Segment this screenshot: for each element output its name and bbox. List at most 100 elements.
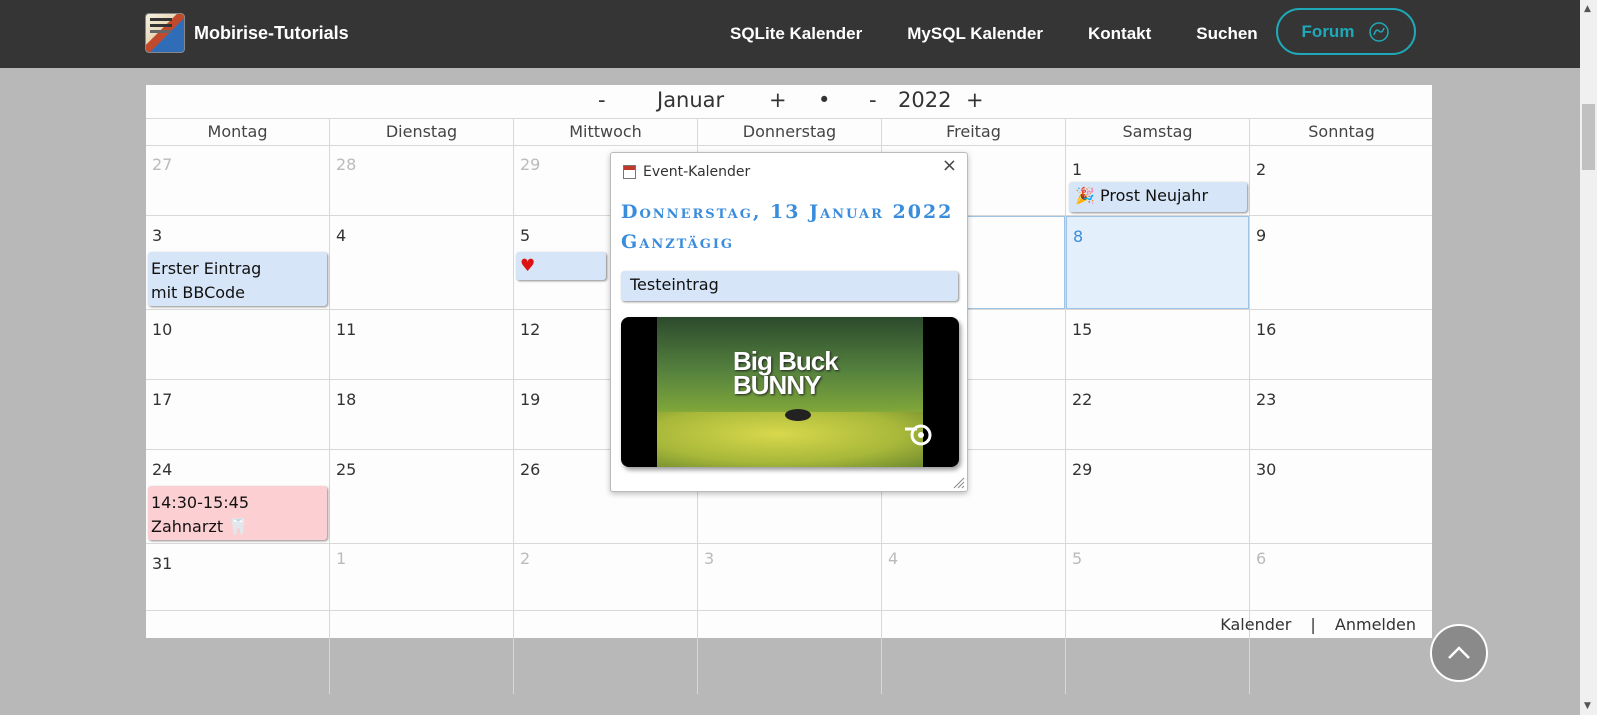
top-navbar: Mobirise-Tutorials SQLite Kalender MySQL… xyxy=(0,0,1597,68)
month-prev-button[interactable]: - xyxy=(598,88,606,112)
day-cell[interactable]: 29 xyxy=(1066,450,1249,543)
day-number: 3 xyxy=(704,549,715,568)
event-label: Prost Neujahr xyxy=(1100,186,1209,205)
day-cell[interactable]: 1 xyxy=(330,544,513,610)
event-heart[interactable]: ♥ xyxy=(516,252,606,280)
day-cell[interactable]: 10 xyxy=(146,310,329,379)
calendar-header: - Januar + • - 2022 + xyxy=(146,85,1432,118)
day-number: 11 xyxy=(336,320,357,339)
nav-link-kontakt[interactable]: Kontakt xyxy=(1088,24,1151,44)
day-number: 28 xyxy=(336,155,357,174)
day-number: 8 xyxy=(1073,227,1084,246)
page-scrollbar[interactable]: ▲ ▼ xyxy=(1580,0,1597,715)
event-date: Donnerstag, 13 Januar 2022 xyxy=(621,201,954,223)
day-cell[interactable]: 11 xyxy=(330,310,513,379)
tooth-icon: 🦷 xyxy=(228,517,249,536)
day-cell[interactable]: 25 xyxy=(330,450,513,543)
day-number: 1 xyxy=(336,549,347,568)
event-date-heading: Donnerstag, 13 Januar 2022 Ganztägig xyxy=(621,197,961,257)
header-separator: • xyxy=(818,88,831,112)
day-cell[interactable]: 17 xyxy=(146,380,329,449)
day-cell[interactable]: 23 xyxy=(1250,380,1432,449)
day-cell[interactable]: 6 xyxy=(1250,544,1432,610)
video-player[interactable]: Big Buck BUNNY xyxy=(621,317,959,467)
brand-logo-icon[interactable] xyxy=(145,13,185,53)
weekday-samstag: Samstag xyxy=(1122,122,1193,141)
nav-link-sqlite-kalender[interactable]: SQLite Kalender xyxy=(730,24,862,44)
day-number: 22 xyxy=(1072,390,1093,409)
forum-button[interactable]: Forum xyxy=(1276,8,1416,55)
day-number: 30 xyxy=(1256,460,1277,479)
day-number: 12 xyxy=(520,320,541,339)
day-cell[interactable]: 18 xyxy=(330,380,513,449)
day-cell-today[interactable]: 8 xyxy=(1066,216,1249,309)
brand[interactable]: Mobirise-Tutorials xyxy=(145,13,349,53)
day-number: 5 xyxy=(520,226,531,245)
day-cell[interactable]: 28 xyxy=(330,145,513,215)
year-prev-button[interactable]: - xyxy=(869,88,877,112)
weekday-dienstag: Dienstag xyxy=(385,122,458,141)
day-number: 4 xyxy=(336,226,347,245)
day-number: 3 xyxy=(152,226,163,245)
day-number: 4 xyxy=(888,549,899,568)
nav-links: SQLite Kalender MySQL Kalender Kontakt S… xyxy=(730,0,1303,68)
scroll-to-top-button[interactable] xyxy=(1430,624,1488,682)
close-icon[interactable]: × xyxy=(942,155,957,176)
day-number: 24 xyxy=(152,460,173,479)
chevron-up-icon xyxy=(1448,646,1470,659)
day-cell[interactable]: 15 xyxy=(1066,310,1249,379)
day-cell[interactable]: 2 xyxy=(1250,145,1432,215)
scroll-up-arrow-icon[interactable]: ▲ xyxy=(1584,4,1591,14)
resize-grip-icon[interactable] xyxy=(953,477,965,489)
day-number: 6 xyxy=(1256,549,1267,568)
day-cell[interactable]: 27 xyxy=(146,145,329,215)
nav-link-suchen[interactable]: Suchen xyxy=(1196,24,1257,44)
day-cell[interactable]: 16 xyxy=(1250,310,1432,379)
day-cell[interactable]: 4 xyxy=(882,544,1065,610)
heart-icon: ♥ xyxy=(520,256,536,276)
day-number: 29 xyxy=(520,155,541,174)
day-number: 9 xyxy=(1256,226,1267,245)
event-entry[interactable]: Testeintrag xyxy=(621,271,958,301)
day-cell[interactable]: 2 xyxy=(514,544,697,610)
kalender-link[interactable]: Kalender xyxy=(1220,615,1291,634)
forum-label: Forum xyxy=(1301,21,1355,41)
day-number: 31 xyxy=(152,554,173,573)
scrollbar-thumb[interactable] xyxy=(1582,104,1595,170)
year-next-button[interactable]: + xyxy=(966,88,984,112)
nav-link-mysql-kalender[interactable]: MySQL Kalender xyxy=(907,24,1043,44)
video-title: Big Buck BUNNY xyxy=(733,346,839,400)
calendar-icon xyxy=(623,165,636,179)
event-allday: Ganztägig xyxy=(621,231,735,253)
day-cell[interactable]: 4 xyxy=(330,216,513,309)
day-number: 16 xyxy=(1256,320,1277,339)
day-cell[interactable]: 9 xyxy=(1250,216,1432,309)
scroll-down-arrow-icon[interactable]: ▼ xyxy=(1584,701,1591,711)
grid-divider xyxy=(146,610,1432,611)
event-zahnarzt[interactable]: 14:30-15:45 Zahnarzt 🦷 xyxy=(148,486,327,540)
day-cell[interactable]: 31 xyxy=(146,544,329,610)
day-number: 17 xyxy=(152,390,173,409)
calendar-footer: Kalender | Anmelden xyxy=(1220,615,1416,634)
day-cell[interactable]: 3 xyxy=(698,544,881,610)
day-number: 25 xyxy=(336,460,357,479)
day-cell[interactable]: 22 xyxy=(1066,380,1249,449)
day-number: 10 xyxy=(152,320,173,339)
event-erster-eintrag[interactable]: Erster Eintrag mit BBCode xyxy=(148,252,327,306)
event-label: Zahnarzt xyxy=(151,517,224,536)
weekday-sonntag: Sonntag xyxy=(1308,122,1375,141)
anmelden-link[interactable]: Anmelden xyxy=(1335,615,1416,634)
brand-name[interactable]: Mobirise-Tutorials xyxy=(194,23,349,44)
dialog-title: Event-Kalender xyxy=(643,164,751,180)
day-cell[interactable]: 30 xyxy=(1250,450,1432,543)
day-cell[interactable]: 5 xyxy=(1066,544,1249,610)
day-number: 19 xyxy=(520,390,541,409)
day-number: 18 xyxy=(336,390,357,409)
event-dialog[interactable]: Event-Kalender × Donnerstag, 13 Januar 2… xyxy=(610,152,968,492)
day-number: 29 xyxy=(1072,460,1093,479)
day-number: 2 xyxy=(520,549,531,568)
event-time: 14:30-15:45 xyxy=(151,493,249,512)
month-label: Januar xyxy=(657,88,725,112)
event-prost-neujahr[interactable]: 🎉 Prost Neujahr xyxy=(1069,182,1247,212)
month-next-button[interactable]: + xyxy=(769,88,787,112)
